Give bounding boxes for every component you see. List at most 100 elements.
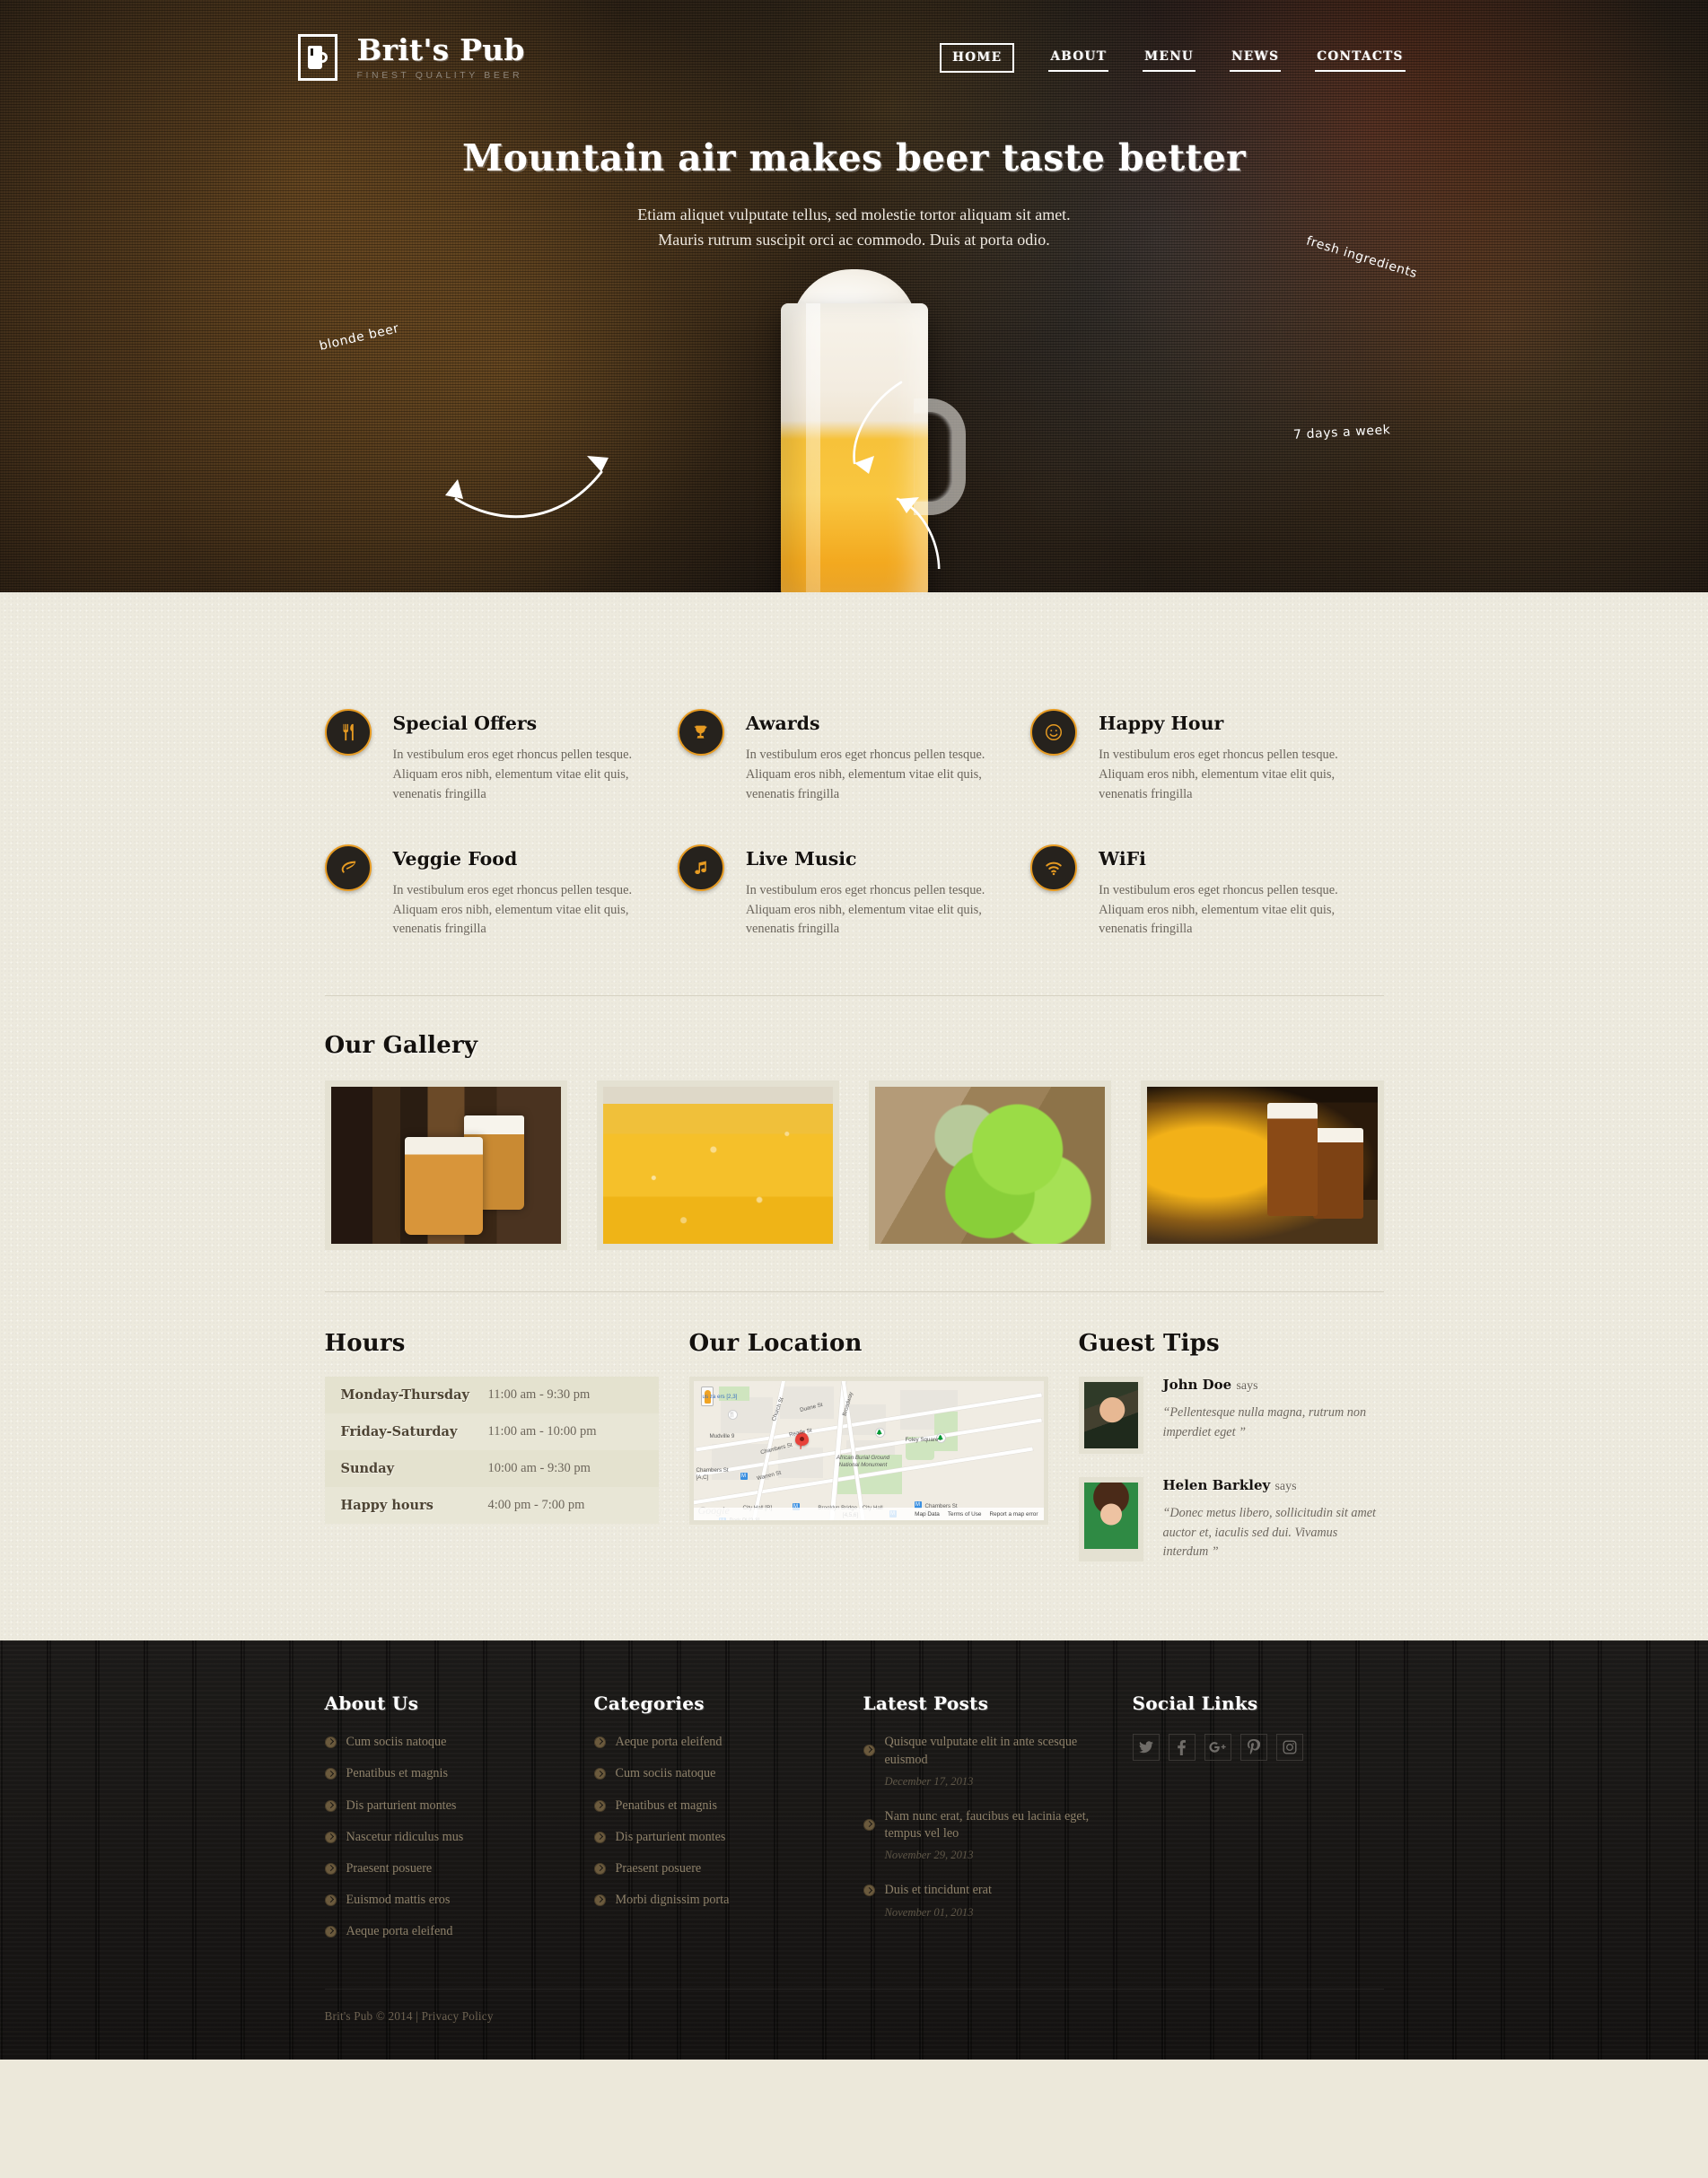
- list-item[interactable]: Nam nunc erat, faucibus eu lacinia eget,…: [863, 1808, 1108, 1863]
- instagram-icon[interactable]: [1275, 1734, 1303, 1762]
- post-date: December 17, 2013: [884, 1774, 974, 1788]
- chevron-right-icon: [593, 1768, 606, 1780]
- map-frame[interactable]: 🍴 🌲 🌲 M M M M M us za ers [2,3] Duane St: [688, 1377, 1048, 1526]
- report-map-error-link[interactable]: Report a map error: [990, 1511, 1038, 1518]
- footer-link[interactable]: Penatibus et magnis: [616, 1798, 718, 1815]
- trophy-icon: [677, 709, 724, 756]
- google-plus-icon[interactable]: [1204, 1734, 1231, 1762]
- nav-item-about[interactable]: ABOUT: [1048, 44, 1109, 72]
- gallery-image-4: [1147, 1087, 1378, 1245]
- hours-time: 10:00 am - 9:30 pm: [487, 1461, 591, 1476]
- hero-mug-stage: blonde beer fresh ingredients 7 days a w…: [298, 233, 1419, 592]
- brand-logo[interactable]: Brit's Pub FINEST QUALITY BEER: [297, 34, 525, 81]
- list-item[interactable]: Praesent posuere: [324, 1860, 569, 1877]
- feature-veggie-food[interactable]: Veggie Food In vestibulum eros eget rhon…: [324, 844, 678, 940]
- smiley-icon: [1030, 709, 1078, 756]
- twitter-icon[interactable]: [1132, 1734, 1160, 1762]
- map-data-link[interactable]: Map Data: [915, 1511, 940, 1518]
- wifi-icon: [1030, 844, 1078, 891]
- footer-link[interactable]: Dis parturient montes: [346, 1798, 457, 1815]
- footer-about-column: About Us Cum sociis natoque Penatibus et…: [324, 1693, 594, 1955]
- gallery-item[interactable]: [1141, 1080, 1384, 1251]
- footer-column-title: Social Links: [1132, 1693, 1258, 1715]
- music-note-icon: [677, 844, 724, 891]
- footer-link[interactable]: Penatibus et magnis: [346, 1765, 449, 1782]
- post-title[interactable]: Nam nunc erat, faucibus eu lacinia eget,…: [885, 1809, 1090, 1841]
- footer-column-title: Latest Posts: [863, 1693, 989, 1715]
- location-column: Our Location 🍴 🌲 🌲 M M M us za ers [2,3]…: [688, 1330, 1048, 1585]
- gallery-item[interactable]: [596, 1080, 839, 1251]
- hours-row: Sunday 10:00 am - 9:30 pm: [324, 1450, 659, 1488]
- footer-link[interactable]: Euismod mattis eros: [346, 1892, 451, 1909]
- info-row: Hours Monday-Thursday 11:00 am - 9:30 pm…: [324, 1292, 1384, 1631]
- footer-link[interactable]: Morbi dignissim porta: [616, 1892, 730, 1909]
- list-item[interactable]: Cum sociis natoque: [593, 1765, 838, 1782]
- copyright[interactable]: Brit's Pub © 2014 | Privacy Policy: [325, 1990, 1384, 2060]
- terms-of-use-link[interactable]: Terms of Use: [948, 1511, 982, 1518]
- list-item[interactable]: Dis parturient montes: [593, 1829, 838, 1846]
- footer-link[interactable]: Praesent posuere: [616, 1860, 702, 1877]
- footer-link[interactable]: Praesent posuere: [346, 1860, 433, 1877]
- post-title[interactable]: Quisque vulputate elit in ante scesque e…: [885, 1735, 1078, 1766]
- list-item[interactable]: Nascetur ridiculus mus: [324, 1829, 569, 1846]
- list-item[interactable]: Morbi dignissim porta: [593, 1892, 838, 1909]
- testimonial-author-name: Helen Barkley: [1162, 1477, 1271, 1494]
- hours-day: Happy hours: [340, 1498, 434, 1514]
- main-navigation[interactable]: HOME ABOUT MENU NEWS CONTACTS: [939, 42, 1411, 73]
- gallery-item[interactable]: [324, 1080, 567, 1251]
- list-item[interactable]: Penatibus et magnis: [593, 1798, 838, 1815]
- footer-about-list: Cum sociis natoque Penatibus et magnis D…: [324, 1734, 569, 1940]
- feature-happy-hour[interactable]: Happy Hour In vestibulum eros eget rhonc…: [1030, 709, 1383, 805]
- chevron-right-icon: [593, 1894, 606, 1907]
- list-item[interactable]: Penatibus et magnis: [324, 1765, 569, 1782]
- nav-item-home[interactable]: HOME: [939, 42, 1015, 73]
- page-root: Brit's Pub FINEST QUALITY BEER HOME ABOU…: [0, 0, 1708, 2060]
- hours-row: Happy hours 4:00 pm - 7:00 pm: [324, 1487, 659, 1525]
- testimonial-quote: “Pellentesque nulla magna, rutrum non im…: [1162, 1405, 1367, 1439]
- pinterest-icon[interactable]: [1239, 1734, 1267, 1762]
- google-map[interactable]: 🍴 🌲 🌲 M M M M M us za ers [2,3] Duane St: [693, 1381, 1044, 1521]
- map-label: Foley Square: [905, 1437, 939, 1444]
- footer-link[interactable]: Aeque porta eleifend: [616, 1734, 723, 1751]
- hours-row: Monday-Thursday 11:00 am - 9:30 pm: [324, 1377, 659, 1414]
- list-item[interactable]: Quisque vulputate elit in ante scesque e…: [863, 1734, 1108, 1789]
- footer-link[interactable]: Dis parturient montes: [616, 1829, 726, 1846]
- list-item[interactable]: Praesent posuere: [593, 1860, 838, 1877]
- list-item[interactable]: Euismod mattis eros: [324, 1892, 569, 1909]
- gallery-section: Our Gallery: [324, 996, 1384, 1251]
- list-item[interactable]: Aeque porta eleifend: [324, 1923, 569, 1940]
- callout-blonde-beer: blonde beer: [317, 320, 400, 354]
- post-title[interactable]: Duis et tincidunt erat: [885, 1883, 992, 1897]
- feature-special-offers[interactable]: Special Offers In vestibulum eros eget r…: [324, 709, 678, 805]
- chevron-right-icon: [324, 1736, 337, 1749]
- guest-tips-title: Guest Tips: [1078, 1330, 1220, 1358]
- list-item[interactable]: Duis et tincidunt erat November 01, 2013: [863, 1882, 1108, 1919]
- feature-wifi[interactable]: WiFi In vestibulum eros eget rhoncus pel…: [1030, 844, 1383, 940]
- chevron-right-icon: [863, 1818, 875, 1831]
- list-item[interactable]: Aeque porta eleifend: [593, 1734, 838, 1751]
- chevron-right-icon: [324, 1768, 337, 1780]
- nav-item-contacts[interactable]: CONTACTS: [1315, 44, 1406, 72]
- footer-link[interactable]: Nascetur ridiculus mus: [346, 1829, 464, 1846]
- hours-row: Friday-Saturday 11:00 am - 10:00 pm: [324, 1413, 659, 1451]
- gallery-item[interactable]: [869, 1080, 1112, 1251]
- social-links[interactable]: [1132, 1734, 1359, 1762]
- footer-link[interactable]: Aeque porta eleifend: [346, 1923, 453, 1940]
- nav-item-menu[interactable]: MENU: [1143, 44, 1196, 72]
- footer-link[interactable]: Cum sociis natoque: [346, 1734, 447, 1751]
- feature-title: Happy Hour: [1099, 713, 1224, 734]
- callout-7-days-a-week: 7 days a week: [1292, 422, 1391, 442]
- nav-item-news[interactable]: NEWS: [1229, 44, 1282, 72]
- chevron-right-icon: [593, 1862, 606, 1875]
- list-item[interactable]: Dis parturient montes: [324, 1798, 569, 1815]
- list-item[interactable]: Cum sociis natoque: [324, 1734, 569, 1751]
- feature-live-music[interactable]: Live Music In vestibulum eros eget rhonc…: [677, 844, 1030, 940]
- feature-text: In vestibulum eros eget rhoncus pellen t…: [745, 882, 985, 937]
- feature-awards[interactable]: Awards In vestibulum eros eget rhoncus p…: [677, 709, 1030, 805]
- hero-subtitle-line-2: Mauris rutrum suscipit orci ac commodo. …: [658, 230, 1050, 249]
- facebook-icon[interactable]: [1168, 1734, 1196, 1762]
- footer-link[interactable]: Cum sociis natoque: [616, 1765, 716, 1782]
- chevron-right-icon: [593, 1831, 606, 1843]
- guest-tips-column: Guest Tips John Doe says “Pellentesque n…: [1078, 1330, 1384, 1585]
- testimonial-says-word: says: [1274, 1480, 1297, 1494]
